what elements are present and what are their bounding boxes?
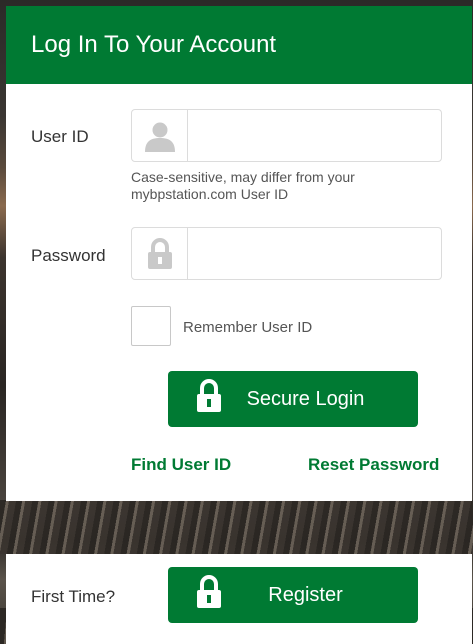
password-input[interactable]	[188, 228, 441, 279]
user-id-input[interactable]	[188, 110, 441, 161]
lock-icon	[196, 379, 222, 419]
login-header: Log In To Your Account	[6, 6, 472, 84]
user-icon	[132, 110, 188, 161]
password-label: Password	[31, 246, 106, 265]
user-id-hint: Case-sensitive, may differ from your myb…	[131, 169, 355, 202]
lock-icon	[132, 228, 188, 279]
secure-login-button[interactable]: Secure Login	[168, 371, 418, 427]
register-card: First Time? Register	[6, 554, 472, 644]
password-field	[131, 227, 442, 280]
lock-icon	[196, 575, 222, 615]
background-road	[0, 500, 473, 554]
reset-password-link[interactable]: Reset Password	[308, 455, 439, 475]
user-id-label: User ID	[31, 127, 89, 146]
remember-checkbox[interactable]	[131, 306, 171, 346]
remember-label: Remember User ID	[183, 319, 313, 336]
login-card: Log In To Your Account User ID Case-sens…	[6, 6, 472, 501]
first-time-label: First Time?	[31, 587, 116, 606]
register-button[interactable]: Register	[168, 567, 418, 623]
user-id-field	[131, 109, 442, 162]
find-user-id-link[interactable]: Find User ID	[131, 455, 231, 475]
